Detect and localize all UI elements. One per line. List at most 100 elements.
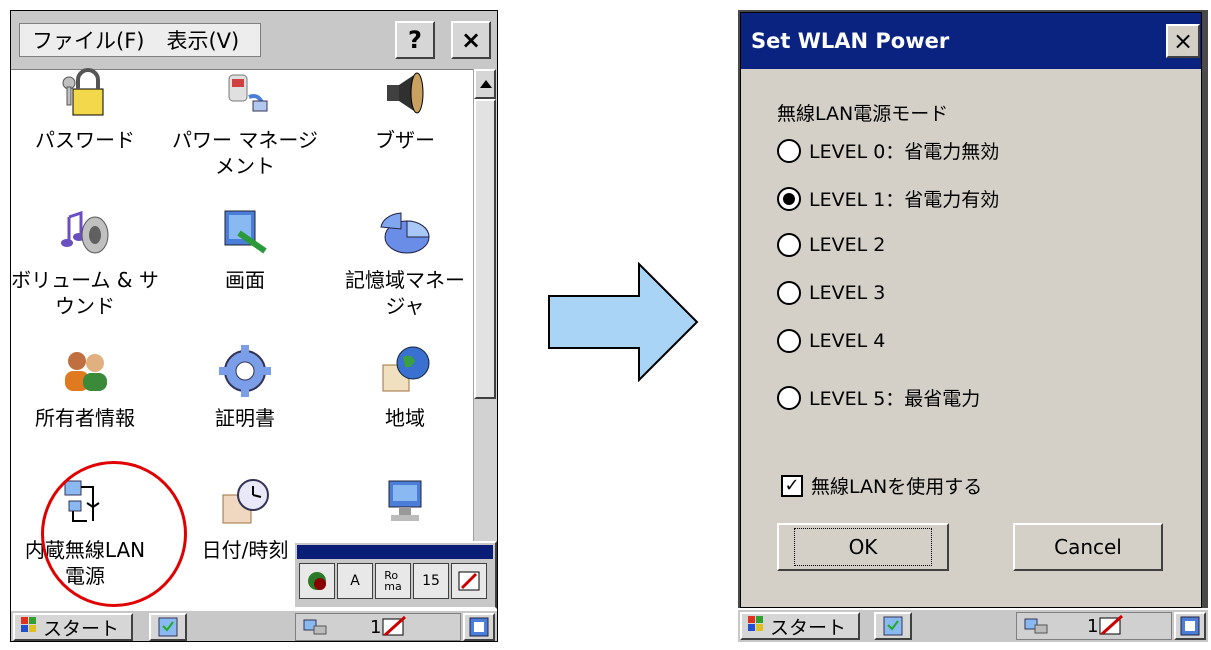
input-method-icon[interactable]: [1098, 614, 1128, 638]
desktop-icon: [1180, 616, 1200, 636]
radio-button[interactable]: [777, 329, 801, 353]
set-wlan-power-dialog: Set WLAN Power × 無線LAN電源モード LEVEL 0：省電力無…: [740, 12, 1202, 608]
icon-label: ボリューム & サ ウンド: [11, 268, 159, 318]
desktop-button[interactable]: [1174, 612, 1206, 640]
input-panel[interactable]: A Ro ma 15: [293, 541, 497, 609]
power-mode-group-label: 無線LAN電源モード: [777, 103, 949, 125]
network-icon[interactable]: [1023, 615, 1051, 637]
control-item-display[interactable]: 画面: [171, 207, 319, 293]
control-item-storage-manager[interactable]: 記憶域マネー ジャ: [331, 207, 479, 319]
control-item-password[interactable]: パスワード: [11, 67, 159, 153]
help-button[interactable]: ?: [395, 21, 435, 59]
close-button[interactable]: ×: [451, 21, 491, 59]
menu-group: ファイル(F) 表示(V): [19, 23, 261, 57]
icon-label: 所有者情報: [35, 406, 135, 430]
start-label: スタート: [770, 616, 847, 639]
icon-label: パスワード: [35, 128, 135, 152]
desktop-button[interactable]: [463, 613, 495, 641]
icon-label: 画面: [225, 268, 265, 292]
keyboard-pen-icon[interactable]: [451, 563, 487, 599]
speaker-icon: [379, 67, 431, 119]
control-panel-icon: [883, 616, 903, 636]
menu-bar: ファイル(F) 表示(V) ? ×: [11, 11, 497, 70]
icon-label: ブザー: [375, 128, 435, 152]
start-button[interactable]: スタート: [740, 612, 860, 640]
right-arrow-icon: [547, 261, 699, 383]
regional-globe-icon: [379, 345, 431, 397]
radio-label: LEVEL 0：省電力無効: [809, 141, 1000, 163]
highlight-circle: [41, 461, 187, 607]
system-tray: 1: [295, 613, 461, 641]
radio-button[interactable]: [777, 138, 801, 163]
taskbar: スタート 1: [738, 608, 1208, 642]
tray-number: 1: [1087, 615, 1099, 637]
padlock-keys-icon: [59, 67, 111, 119]
control-panel-window: ファイル(F) 表示(V) ? × パスワード パワー マネージ メント ブザー…: [10, 10, 498, 642]
input-alpha-button[interactable]: A: [337, 563, 373, 599]
radio-level-1[interactable]: LEVEL 1：省電力有効: [777, 185, 999, 212]
control-item-power-management[interactable]: パワー マネージ メント: [171, 67, 319, 179]
windows-flag-icon: [19, 616, 39, 639]
power-plug-icon: [219, 67, 271, 119]
ok-button[interactable]: OK: [777, 523, 949, 571]
checkbox-check-icon[interactable]: ✓: [781, 474, 803, 497]
radio-label: LEVEL 5：最省電力: [809, 388, 981, 410]
control-item-certificates[interactable]: 証明書: [171, 345, 319, 431]
system-tray: 1: [1016, 612, 1172, 640]
radio-label: LEVEL 3: [809, 282, 886, 304]
input-method-icon[interactable]: [381, 615, 411, 639]
wlan-power-window: Set WLAN Power × 無線LAN電源モード LEVEL 0：省電力無…: [738, 10, 1208, 642]
display-icon: [219, 207, 271, 259]
cancel-button[interactable]: Cancel: [1013, 523, 1163, 571]
storage-pie-icon: [379, 207, 431, 259]
view-menu[interactable]: 表示(V): [154, 25, 249, 55]
input-romaji-button[interactable]: Ro ma: [375, 563, 411, 599]
tray-number: 1: [370, 616, 382, 638]
certificate-gear-icon: [219, 345, 271, 397]
taskbar: スタート 1: [11, 609, 497, 641]
windows-flag-icon: [746, 615, 766, 638]
radio-button[interactable]: [777, 385, 801, 410]
input-panel-titlebar: [297, 545, 493, 559]
date-time-clock-icon: [219, 477, 271, 529]
radio-button[interactable]: [777, 281, 801, 305]
control-panel-task-button[interactable]: [874, 612, 912, 640]
radio-level-0[interactable]: LEVEL 0：省電力無効: [777, 137, 999, 164]
radio-button[interactable]: [777, 233, 801, 257]
control-panel-task-button[interactable]: [149, 613, 187, 641]
control-item-owner-info[interactable]: 所有者情報: [11, 345, 159, 431]
file-menu[interactable]: ファイル(F): [20, 25, 154, 55]
desktop-icon: [469, 617, 489, 637]
input-kana-button[interactable]: 15: [413, 563, 449, 599]
control-item-volume-sound[interactable]: ボリューム & サ ウンド: [11, 207, 159, 319]
checkbox-label: 無線LANを使用する: [811, 476, 983, 498]
control-item-regional[interactable]: 地域: [331, 345, 479, 431]
radio-label: LEVEL 4: [809, 330, 886, 352]
icon-label: パワー マネージ メント: [172, 128, 318, 178]
control-item-buzzer[interactable]: ブザー: [331, 67, 479, 153]
input-panel-buttons: A Ro ma 15: [299, 563, 487, 599]
radio-label: LEVEL 1：省電力有効: [809, 189, 1000, 211]
radio-level-2[interactable]: LEVEL 2: [777, 233, 885, 257]
dialog-title: Set WLAN Power: [741, 13, 1201, 69]
radio-label: LEVEL 2: [809, 234, 886, 256]
volume-sound-icon: [59, 207, 111, 259]
use-wlan-checkbox[interactable]: ✓ 無線LANを使用する: [781, 472, 982, 499]
icon-label: 地域: [385, 406, 425, 430]
control-panel-icon: [158, 617, 178, 637]
control-item-input[interactable]: [331, 477, 479, 537]
radio-level-4[interactable]: LEVEL 4: [777, 329, 885, 353]
dialog-close-button[interactable]: ×: [1166, 24, 1200, 58]
icon-label: 証明書: [215, 406, 275, 430]
network-icon[interactable]: [302, 616, 330, 638]
radio-level-3[interactable]: LEVEL 3: [777, 281, 885, 305]
owner-people-icon: [59, 345, 111, 397]
radio-button-selected[interactable]: [777, 186, 801, 211]
icon-label: 記憶域マネー ジャ: [345, 268, 465, 318]
start-label: スタート: [43, 617, 120, 640]
start-button[interactable]: スタート: [13, 613, 133, 641]
radio-level-5[interactable]: LEVEL 5：最省電力: [777, 384, 980, 411]
ok-label: OK: [793, 528, 933, 566]
input-panel-icon: [379, 477, 431, 529]
input-mode-icon[interactable]: [299, 563, 335, 599]
